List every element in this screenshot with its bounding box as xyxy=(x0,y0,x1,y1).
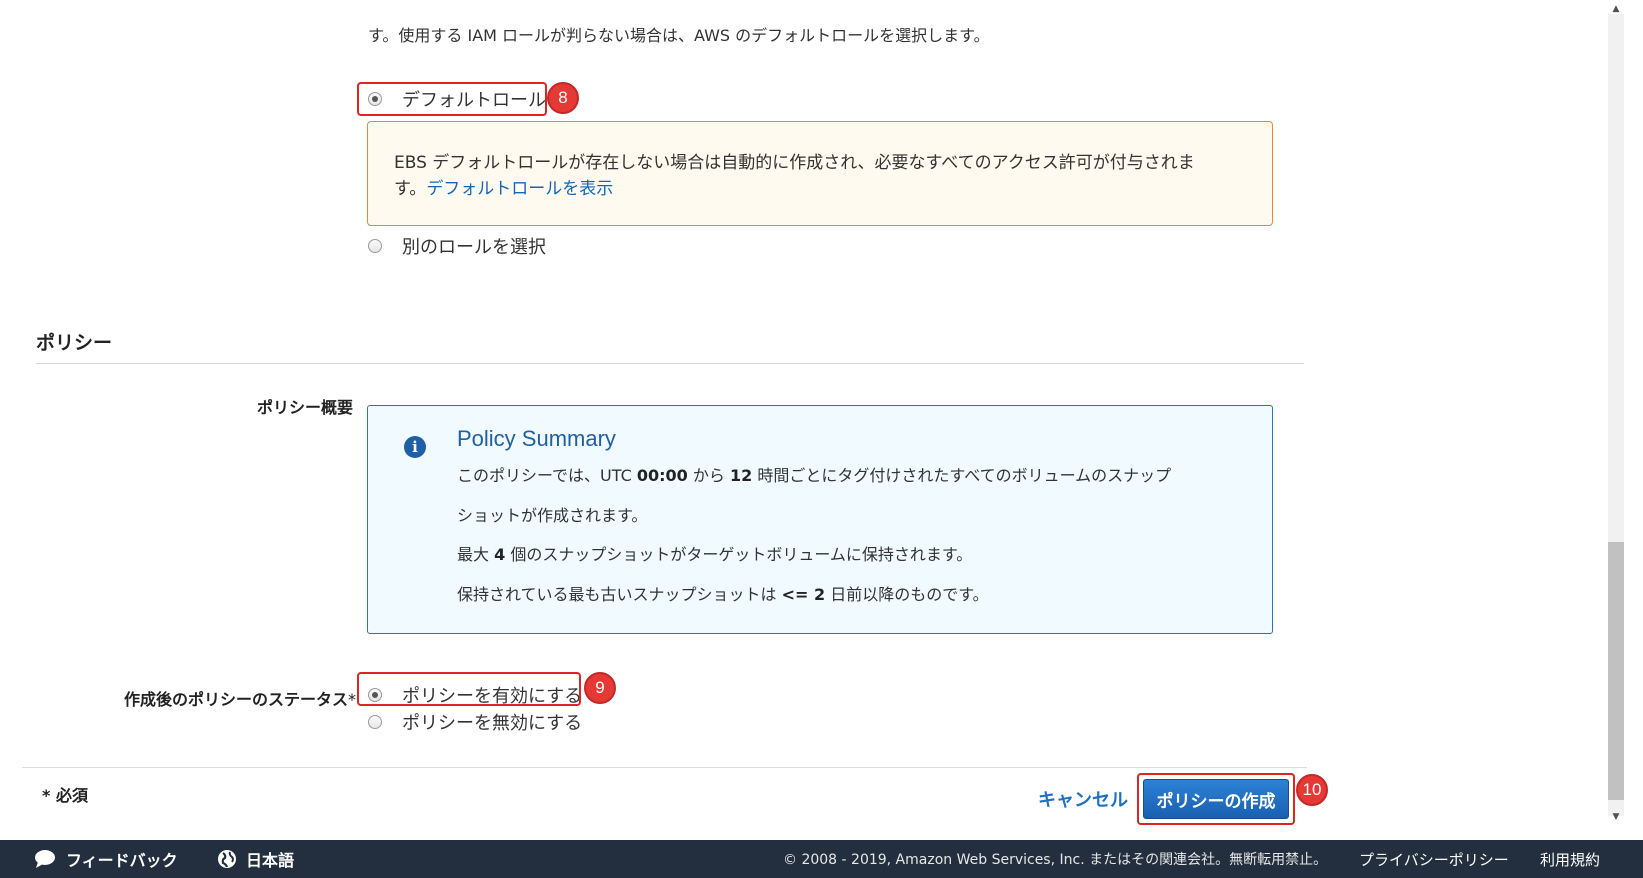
terms-link[interactable]: 利用規約 xyxy=(1540,840,1600,878)
warning-text-2: す。 xyxy=(394,179,427,199)
globe-icon xyxy=(218,850,236,868)
policy-status-label: 作成後のポリシーのステータス* xyxy=(123,690,356,709)
policy-summary-label: ポリシー概要 xyxy=(256,398,353,417)
policy-summary-title: Policy Summary xyxy=(457,426,616,451)
disable-policy-label: ポリシーを無効にする xyxy=(402,713,583,734)
policy-summary-box: i Policy Summary このポリシーでは、UTC 00:00 から 1… xyxy=(367,405,1273,634)
speech-bubble-icon xyxy=(35,850,55,868)
step-badge-8: 8 xyxy=(547,82,579,114)
other-role-radio[interactable] xyxy=(368,239,382,253)
privacy-policy-link[interactable]: プライバシーポリシー xyxy=(1359,840,1509,878)
intro-text: す。使用する IAM ロールが判らない場合は、AWS のデフォルトロールを選択し… xyxy=(368,26,990,45)
language-selector[interactable]: 日本語 xyxy=(217,840,294,878)
step-badge-9: 9 xyxy=(584,672,616,704)
other-role-label: 別のロールを選択 xyxy=(402,237,546,258)
step-badge-10: 10 xyxy=(1296,774,1328,806)
scrollbar-thumb[interactable] xyxy=(1608,542,1624,800)
cancel-button[interactable]: キャンセル xyxy=(1038,786,1128,812)
scroll-down-icon[interactable]: ▼ xyxy=(1608,810,1624,824)
summary-line-4: 保持されている最も古いスナップショットは <= 2 日前以降のものです。 xyxy=(457,585,989,604)
summary-line-2: ショットが作成されます。 xyxy=(457,506,648,525)
feedback-link[interactable]: フィードバック xyxy=(34,840,178,878)
step-highlight-create-policy xyxy=(1137,773,1295,825)
other-role-radio-row[interactable]: 別のロールを選択 xyxy=(368,233,546,259)
main-content: す。使用する IAM ロールが判らない場合は、AWS のデフォルトロールを選択し… xyxy=(0,0,1600,840)
disable-policy-radio[interactable] xyxy=(368,715,382,729)
policy-section-title: ポリシー xyxy=(36,332,113,354)
warning-text: EBS デフォルトロールが存在しない場合は自動的に作成され、必要なすべてのアクセ… xyxy=(394,153,1195,173)
summary-line-1: このポリシーでは、UTC 00:00 から 12 時間ごとにタグ付けされたすべて… xyxy=(457,466,1172,485)
scroll-up-icon[interactable]: ▲ xyxy=(1608,2,1624,16)
summary-line-3: 最大 4 個のスナップショットがターゲットボリュームに保持されます。 xyxy=(457,545,973,564)
bottom-bar: フィードバック 日本語 © 2008 - 2019, Amazon Web Se… xyxy=(0,840,1643,878)
copyright-text: © 2008 - 2019, Amazon Web Services, Inc.… xyxy=(783,852,1328,868)
view-default-role-link[interactable]: デフォルトロールを表示 xyxy=(426,179,613,199)
info-icon: i xyxy=(404,436,426,458)
footer-divider xyxy=(22,767,1307,768)
required-note: * 必須 xyxy=(42,786,88,805)
step-highlight-enable-policy xyxy=(357,672,581,706)
disable-policy-radio-row[interactable]: ポリシーを無効にする xyxy=(368,709,582,735)
section-divider xyxy=(36,363,1304,364)
step-highlight-default-role xyxy=(357,82,547,116)
default-role-warning: EBS デフォルトロールが存在しない場合は自動的に作成され、必要なすべてのアクセ… xyxy=(367,121,1273,226)
